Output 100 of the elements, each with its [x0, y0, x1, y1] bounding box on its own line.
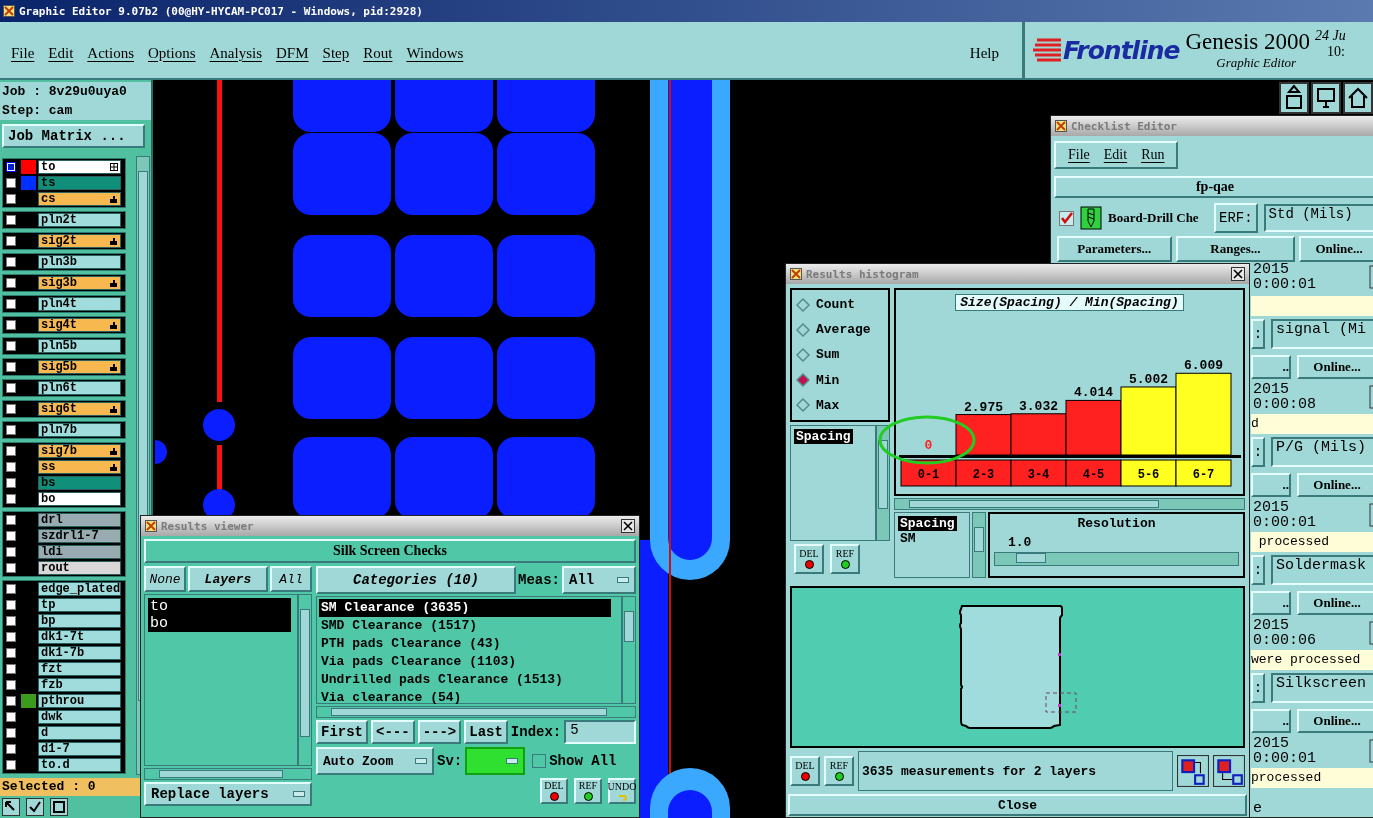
layer-checkbox[interactable]	[6, 446, 16, 456]
layer-checkbox[interactable]	[6, 178, 16, 188]
layer-name[interactable]: ts	[38, 176, 121, 190]
layer-checkbox[interactable]	[6, 194, 16, 204]
icon-button[interactable]: UNDO	[608, 778, 636, 804]
layer-checkbox[interactable]	[6, 478, 16, 488]
layer-name[interactable]: drl	[38, 513, 121, 527]
icon-button[interactable]: DEL	[794, 544, 824, 574]
meas-dropdown[interactable]: All	[562, 566, 636, 594]
job-matrix-button[interactable]: Job Matrix ...	[2, 124, 145, 148]
erf-button[interactable]: :	[1251, 555, 1265, 585]
radio-option[interactable]: Average	[796, 322, 884, 338]
close-icon[interactable]	[621, 519, 635, 533]
layer-name[interactable]: sig6t	[38, 402, 121, 416]
layer-name[interactable]: sig4t	[38, 318, 121, 332]
scrollbar[interactable]	[894, 498, 1245, 510]
layer-filter-button[interactable]: None	[144, 566, 186, 592]
nav-button[interactable]: <---	[371, 720, 415, 744]
menu-item[interactable]: Analysis	[202, 44, 270, 62]
layer-name[interactable]: d	[38, 726, 121, 740]
icon-button[interactable]: REF	[824, 756, 854, 786]
layer-name[interactable]: dk1-7t	[38, 630, 121, 644]
layer-checkbox[interactable]	[6, 696, 16, 706]
layer-checkbox[interactable]	[6, 404, 16, 414]
input-field[interactable]: signal (Mi	[1271, 319, 1373, 349]
layer-checkbox[interactable]	[6, 299, 16, 309]
list-item[interactable]: Via pads Clearance (1103)	[319, 653, 611, 671]
frame-icon[interactable]	[50, 798, 68, 816]
layer-name[interactable]: dwk	[38, 710, 121, 724]
scrollbar[interactable]	[622, 596, 636, 704]
erf-button[interactable]: ERF:	[1214, 203, 1258, 233]
ranges-button[interactable]: ..	[1251, 473, 1291, 497]
layer-name[interactable]: to.d	[38, 758, 121, 772]
dialog-button[interactable]: Online...	[1299, 236, 1373, 262]
radio-option[interactable]: Count	[796, 297, 884, 313]
input-field[interactable]: Std (Mils)	[1263, 204, 1373, 232]
layer-checkbox[interactable]	[6, 616, 16, 626]
layer-checkbox[interactable]	[6, 215, 16, 225]
upload-icon[interactable]	[1279, 82, 1309, 114]
layer-checkbox[interactable]	[6, 494, 16, 504]
erf-button[interactable]: :	[1251, 437, 1265, 467]
layer-checkbox[interactable]	[6, 341, 16, 351]
layer-name[interactable]: sig3b	[38, 276, 121, 290]
layer-name[interactable]: cs	[38, 192, 121, 206]
online-button[interactable]: Online...	[1297, 473, 1373, 497]
input-field[interactable]: Silkscreen	[1271, 673, 1373, 703]
menu-item[interactable]: Edit	[41, 44, 81, 62]
online-button[interactable]: Online...	[1297, 591, 1373, 615]
layer-checkbox[interactable]	[6, 515, 16, 525]
dialog-button[interactable]: Parameters...	[1057, 236, 1172, 262]
layer-name[interactable]: szdrl1-7	[38, 529, 121, 543]
layer-name[interactable]: d1-7	[38, 742, 121, 756]
layer-name[interactable]: ss	[38, 460, 121, 474]
layer-checkbox[interactable]	[6, 728, 16, 738]
layer-checkbox[interactable]	[6, 563, 16, 573]
menu-item[interactable]: Actions	[80, 44, 141, 62]
scrollbar[interactable]	[876, 425, 890, 541]
close-icon[interactable]	[1231, 267, 1245, 281]
layer-checkbox[interactable]	[6, 584, 16, 594]
list-item[interactable]: bo	[148, 615, 291, 632]
layer-checkbox[interactable]	[6, 320, 16, 330]
icon-button[interactable]: REF	[574, 778, 602, 804]
list-item[interactable]: SMD Clearance (1517)	[319, 617, 611, 635]
layer-name[interactable]: pln6t	[38, 381, 121, 395]
menu-item[interactable]: Rout	[356, 44, 400, 62]
layer-checkbox[interactable]	[6, 462, 16, 472]
layer-name[interactable]: pln7b	[38, 423, 121, 437]
layer-checkbox[interactable]	[6, 648, 16, 658]
online-button[interactable]: Online...	[1297, 355, 1373, 379]
nav-button[interactable]: --->	[417, 720, 462, 744]
list-item[interactable]: Undrilled pads Clearance (1513)	[319, 671, 611, 689]
slider-thumb[interactable]	[1016, 553, 1046, 563]
severity-dropdown[interactable]	[465, 747, 526, 775]
layer-name[interactable]: to	[38, 160, 121, 174]
checkbox[interactable]	[1059, 210, 1074, 226]
layer-checkbox[interactable]	[6, 600, 16, 610]
layer-checkbox[interactable]	[6, 547, 16, 557]
list-item[interactable]: Spacing	[898, 516, 957, 531]
ranges-button[interactable]: ..	[1251, 591, 1291, 615]
erf-button[interactable]: :	[1251, 673, 1265, 703]
menu-item[interactable]: Edit	[1103, 147, 1128, 163]
layer-checkbox[interactable]	[6, 632, 16, 642]
menu-item[interactable]: DFM	[269, 44, 316, 62]
layer-checkbox[interactable]	[6, 664, 16, 674]
dialog-button[interactable]: Ranges...	[1175, 236, 1296, 262]
monitor-icon[interactable]	[1311, 82, 1341, 114]
layer-filter-button[interactable]: Layers	[188, 566, 268, 592]
layer-checkbox[interactable]	[6, 744, 16, 754]
radio-option[interactable]: Sum	[796, 347, 884, 363]
nav-button[interactable]: Last	[464, 720, 508, 744]
list-item[interactable]: PTH pads Clearance (43)	[319, 635, 611, 653]
ranges-button[interactable]: ..	[1251, 709, 1291, 733]
auto-zoom-dropdown[interactable]: Auto Zoom	[316, 747, 434, 775]
layer-name[interactable]: sig7b	[38, 444, 121, 458]
scrollbar[interactable]	[298, 594, 312, 766]
icon-button[interactable]: DEL	[540, 778, 568, 804]
export-icon[interactable]	[1177, 755, 1209, 787]
menu-item[interactable]: Run	[1141, 147, 1165, 163]
menu-item[interactable]: Windows	[399, 44, 471, 62]
layer-name[interactable]: ldi	[38, 545, 121, 559]
